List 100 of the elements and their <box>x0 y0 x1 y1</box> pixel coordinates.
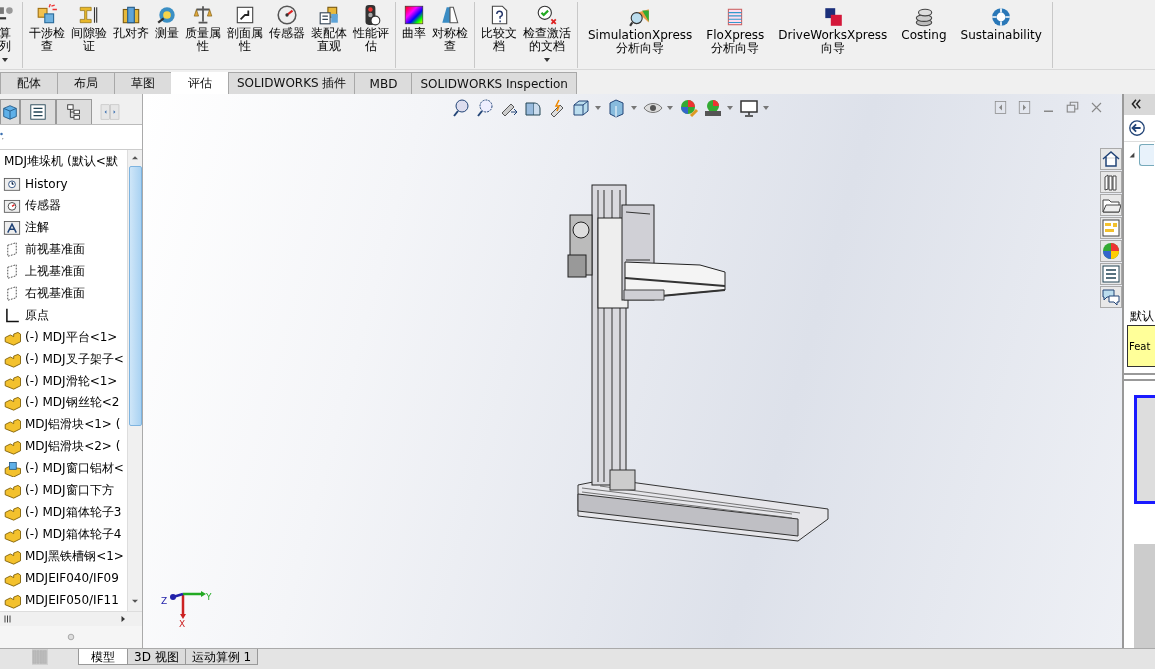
cubes-icon <box>36 4 58 26</box>
ribbon-button[interactable]: 对称检 查 <box>429 2 471 68</box>
cube-part-icon <box>3 460 21 478</box>
expand-triangle-icon[interactable] <box>1129 152 1135 159</box>
caret-icon[interactable] <box>763 106 769 110</box>
books-icon[interactable] <box>1100 171 1122 193</box>
tree-item[interactable]: (-) MDJ平台<1> <box>0 326 127 349</box>
ribbon-tab[interactable]: SOLIDWORKS Inspection <box>411 72 577 94</box>
axis-label: X <box>179 619 186 629</box>
appearance-pencil-icon[interactable] <box>679 98 699 118</box>
appearance-ball-icon[interactable] <box>1100 240 1122 262</box>
tree-item[interactable]: MDJ铝滑块<1> ( <box>0 413 127 436</box>
ribbon-button[interactable]: 装配体 直观 <box>308 2 350 68</box>
scrollbar-thumb[interactable] <box>128 166 142 426</box>
ribbon-button[interactable]: 质量属 性 <box>182 2 224 68</box>
balance-scale-icon <box>192 4 214 26</box>
tree-item[interactable]: MDJ黑铁槽钢<1> <box>0 545 127 568</box>
caret-icon[interactable] <box>727 106 733 110</box>
caret-icon <box>2 58 8 62</box>
ribbon-tab[interactable]: 布局 <box>57 72 115 94</box>
gauge-icon <box>276 4 298 26</box>
folder-icon[interactable] <box>1100 194 1122 216</box>
ribbon-button[interactable]: 干涉检 查 <box>26 2 68 68</box>
tree-item[interactable]: (-) MDJ窗口铝材< <box>0 457 127 480</box>
tree-item[interactable]: (-) MDJ钢丝轮<2 <box>0 391 127 414</box>
assembly-name[interactable]: MDJ堆垛机 (默认<默 <box>4 153 118 171</box>
annotation-folder-icon <box>3 219 21 237</box>
part-icon <box>3 438 21 456</box>
machine-model-drawing[interactable] <box>567 184 829 542</box>
ribbon-button[interactable]: 检查激活 的文档 <box>520 2 574 68</box>
tree-item[interactable]: 传感器 <box>0 194 127 217</box>
splitter-bar[interactable] <box>1124 373 1155 381</box>
ribbon-tab[interactable]: 草图 <box>114 72 172 94</box>
tree-item[interactable]: (-) MDJ叉子架子< <box>0 348 127 371</box>
tree-item[interactable]: MDJ铝滑块<2> ( <box>0 435 127 458</box>
ribbon-button[interactable]: 孔对齐 <box>110 2 152 68</box>
property-list-icon[interactable] <box>29 103 47 121</box>
ribbon-button[interactable]: Costing <box>894 2 954 68</box>
feature-note: Feat <box>1127 325 1155 368</box>
sheet-tab[interactable]: 运动算例 1 <box>184 649 259 665</box>
ribbon-tab[interactable]: SOLIDWORKS 插件 <box>228 72 356 94</box>
caret-icon[interactable] <box>595 106 601 110</box>
tree-item[interactable]: 前视基准面 <box>0 238 127 261</box>
ribbon-button[interactable]: DriveWorksXpress 向导 <box>771 2 895 68</box>
tree-item[interactable]: (-) MDJ滑轮<1> <box>0 370 127 392</box>
ribbon-button[interactable]: 曲率 <box>399 2 429 68</box>
tree-item[interactable]: History <box>0 172 127 195</box>
previous-panel-icon[interactable] <box>993 100 1008 115</box>
restore-icon[interactable] <box>1065 100 1080 115</box>
tree-item[interactable]: 右视基准面 <box>0 282 127 305</box>
ribbon-button[interactable]: 比较文 档 <box>478 2 520 68</box>
ribbon-tab[interactable]: 评估 <box>171 72 229 94</box>
ribbon-button[interactable]: 性能评 估 <box>350 2 392 68</box>
cube-icon[interactable] <box>1 103 19 121</box>
sheet-tab[interactable]: 模型 <box>78 649 128 665</box>
tree-item[interactable]: 原点 <box>0 304 127 327</box>
gauge-folder-icon <box>3 197 21 215</box>
ribbon-button[interactable]: SimulationXpress 分析向导 <box>581 2 700 68</box>
caret-icon[interactable] <box>631 106 637 110</box>
tree-structure-icon[interactable] <box>65 103 83 121</box>
grip-icon[interactable] <box>3 614 13 624</box>
globe-arrows-icon <box>990 6 1013 28</box>
tree-item[interactable]: (-) MDJ窗口下方 <box>0 479 127 502</box>
ribbon-button[interactable]: 间隙验 证 <box>68 2 110 68</box>
tree-item[interactable]: (-) MDJ箱体轮子4 <box>0 523 127 546</box>
tree-item[interactable]: MDJEIF050/IF11 <box>0 589 127 612</box>
caret-icon[interactable] <box>667 106 673 110</box>
tree-item[interactable]: 注解 <box>0 216 127 239</box>
next-panel-icon[interactable] <box>1017 100 1032 115</box>
zoom-fit-icon[interactable] <box>451 98 471 118</box>
ribbon-button[interactable]: 传感器 <box>266 2 308 68</box>
boxes-icon <box>318 4 340 26</box>
color-gradient-icon <box>403 4 425 26</box>
tree-item[interactable]: MDJEIF040/IF09 <box>0 567 127 590</box>
sheet-tab[interactable]: 3D 视图 <box>127 649 186 665</box>
splitter-handle-icon[interactable] <box>67 633 75 641</box>
selected-preview-image[interactable] <box>1134 394 1155 505</box>
origin-axes-icon <box>3 306 21 324</box>
palette-view-icon[interactable] <box>1100 217 1122 239</box>
ribbon-tab[interactable]: MBD <box>354 72 413 94</box>
part-icon <box>3 394 21 412</box>
tree-item[interactable]: 上视基准面 <box>0 260 127 283</box>
zoom-area-icon[interactable] <box>475 98 495 118</box>
double-chevron-icon[interactable] <box>1130 98 1142 111</box>
part-icon <box>3 482 21 500</box>
view-cube-icon[interactable] <box>571 98 591 118</box>
caret-icon <box>544 58 550 62</box>
ribbon-button[interactable]: 剖面属 性 <box>224 2 266 68</box>
tree-item[interactable]: (-) MDJ箱体轮子3 <box>0 501 127 524</box>
display-style-icon[interactable] <box>607 98 627 118</box>
close-icon[interactable] <box>1089 100 1104 115</box>
list-icon[interactable] <box>1100 263 1122 285</box>
monitor-icon[interactable] <box>739 98 759 118</box>
scene-icon[interactable] <box>703 98 723 118</box>
chat-bubbles-icon[interactable] <box>1100 286 1122 308</box>
ribbon-button[interactable]: 测量 <box>152 2 182 68</box>
ribbon-button[interactable]: Sustainability <box>953 2 1049 68</box>
home-icon[interactable] <box>1100 148 1122 170</box>
ribbon-button[interactable]: FloXpress 分析向导 <box>699 2 772 68</box>
ribbon-tab[interactable]: 配体 <box>0 72 58 94</box>
